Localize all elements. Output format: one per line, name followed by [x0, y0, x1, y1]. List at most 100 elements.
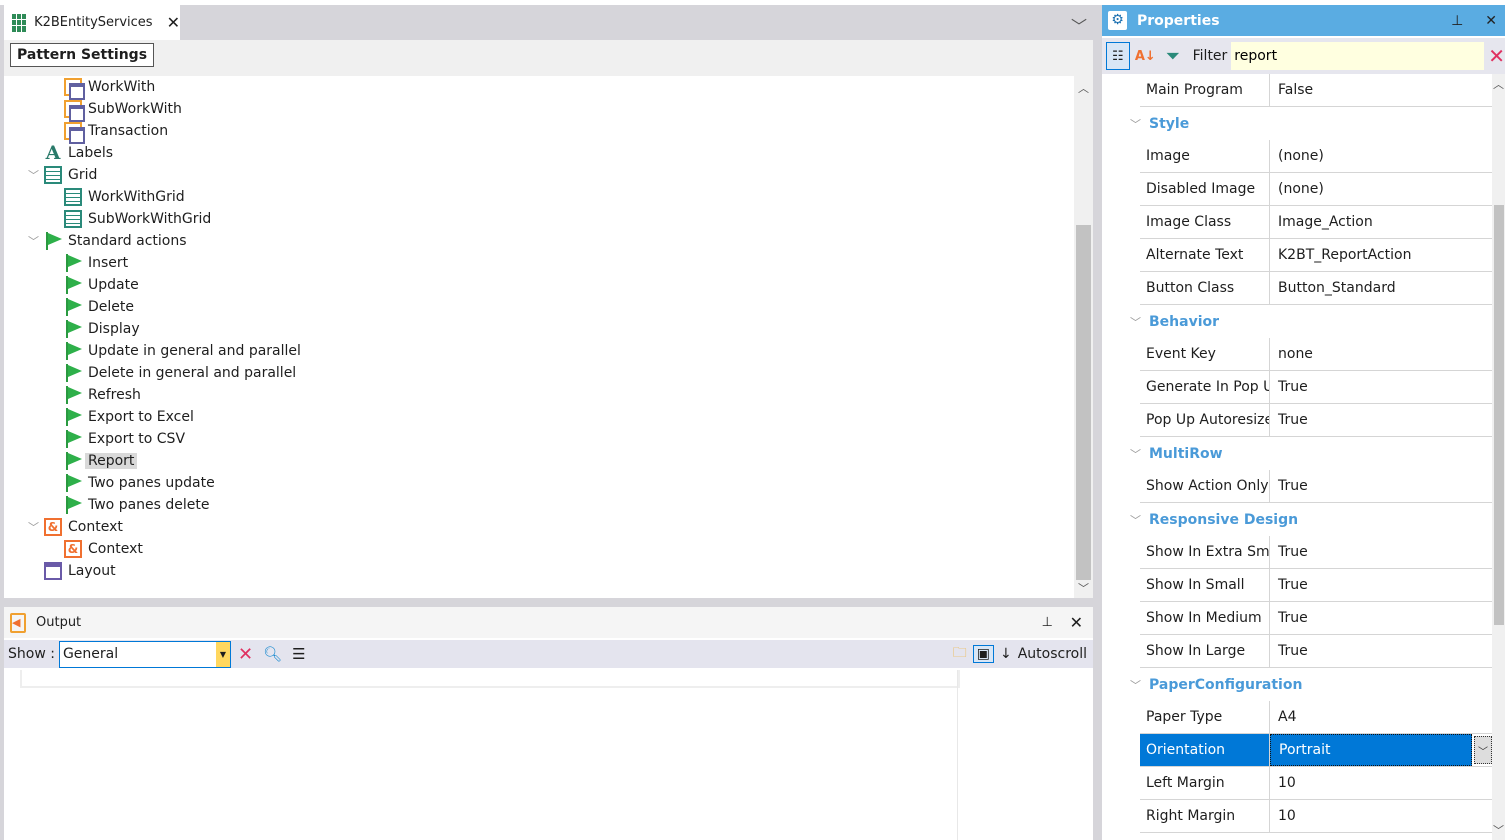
tree-node[interactable]: Update in general and parallel: [64, 340, 301, 362]
chevron-down-icon[interactable]: ﹀: [1071, 13, 1087, 37]
property-row[interactable]: Paper Type A4: [1140, 701, 1492, 734]
open-folder-icon[interactable]: 🗀: [953, 642, 967, 666]
tree-node[interactable]: SubWorkWith: [64, 98, 182, 122]
property-value[interactable]: none: [1270, 338, 1492, 370]
find-icon[interactable]: 🔍︎: [260, 645, 285, 663]
pin-icon[interactable]: ⊥: [1451, 13, 1463, 29]
property-row[interactable]: Button Class Button_Standard: [1140, 272, 1492, 305]
pattern-settings-button[interactable]: Pattern Settings: [10, 43, 155, 67]
chevron-down-icon[interactable]: ﹀: [1130, 116, 1141, 132]
tree-node[interactable]: Insert: [64, 252, 128, 274]
property-row[interactable]: Pop Up Autoresize True: [1140, 404, 1492, 437]
chevron-down-icon[interactable]: ﹀: [1130, 314, 1141, 330]
tab-k2bentityservices[interactable]: K2BEntityServices ✕: [4, 5, 180, 40]
tree-node[interactable]: & Context: [64, 538, 143, 560]
chevron-down-icon[interactable]: ﹀: [28, 519, 39, 535]
output-text-area[interactable]: [20, 670, 960, 688]
tree-scroll-thumb[interactable]: [1076, 225, 1091, 580]
property-value[interactable]: Image_Action: [1270, 206, 1492, 238]
tree-node[interactable]: Two panes update: [64, 472, 215, 494]
word-wrap-icon[interactable]: ☰: [289, 645, 308, 663]
tree-node[interactable]: Update: [64, 274, 139, 296]
filter-funnel-icon[interactable]: ⏷: [1161, 42, 1185, 70]
tree-node[interactable]: WorkWith: [64, 76, 155, 100]
close-icon[interactable]: ✕: [1485, 13, 1497, 29]
tree-node[interactable]: Transaction: [64, 120, 168, 144]
property-category[interactable]: ﹀ MultiRow: [1130, 437, 1223, 470]
property-value[interactable]: True: [1270, 470, 1492, 502]
chevron-down-icon[interactable]: ﹀: [1130, 677, 1141, 693]
clear-icon[interactable]: ✕: [235, 644, 256, 665]
property-value[interactable]: True: [1270, 404, 1492, 436]
property-value[interactable]: Portrait: [1270, 734, 1472, 766]
property-row[interactable]: Show In Small True: [1140, 569, 1492, 602]
property-value[interactable]: (none): [1270, 140, 1492, 172]
filter-input[interactable]: [1231, 42, 1485, 70]
property-value[interactable]: Button_Standard: [1270, 272, 1492, 304]
tree-node[interactable]: WorkWithGrid: [64, 186, 185, 208]
property-value[interactable]: True: [1270, 569, 1492, 601]
tree-node[interactable]: ﹀ Standard actions: [28, 230, 187, 252]
dropdown-button[interactable]: ﹀: [1474, 736, 1492, 764]
property-value[interactable]: True: [1270, 635, 1492, 667]
property-row[interactable]: Show In Large True: [1140, 635, 1492, 668]
chevron-down-icon[interactable]: ﹀: [1130, 446, 1141, 462]
property-row[interactable]: Main Program False: [1140, 74, 1492, 107]
property-value[interactable]: 10: [1270, 767, 1492, 799]
property-row[interactable]: Disabled Image (none): [1140, 173, 1492, 206]
save-icon[interactable]: ▣: [972, 645, 994, 663]
property-value[interactable]: K2BT_ReportAction: [1270, 239, 1492, 271]
property-value[interactable]: 10: [1270, 800, 1492, 832]
show-select[interactable]: General ▼: [58, 640, 231, 668]
close-icon[interactable]: ✕: [167, 13, 180, 32]
tree-node[interactable]: Report: [64, 450, 138, 472]
property-value[interactable]: False: [1270, 74, 1492, 106]
tree-node[interactable]: Export to Excel: [64, 406, 194, 428]
property-row[interactable]: Show Action Only True: [1140, 470, 1492, 503]
property-row[interactable]: Show In Extra SmallTrue: [1140, 536, 1492, 569]
property-row[interactable]: Orientation Portrait ﹀: [1140, 734, 1492, 767]
property-value[interactable]: True: [1270, 536, 1492, 568]
chevron-down-icon[interactable]: ﹀: [28, 233, 39, 249]
pin-icon[interactable]: ⊥: [1042, 615, 1053, 630]
scroll-up-icon[interactable]: ︿: [1078, 80, 1089, 96]
property-row[interactable]: Alternate Text K2BT_ReportAction: [1140, 239, 1492, 272]
tree-node[interactable]: Delete in general and parallel: [64, 362, 296, 384]
tree-node[interactable]: Export to CSV: [64, 428, 185, 450]
sort-az-icon[interactable]: A↓: [1134, 42, 1158, 70]
property-category[interactable]: ﹀ Responsive Design: [1130, 503, 1298, 536]
autoscroll-button[interactable]: Autoscroll: [1018, 646, 1087, 662]
property-value[interactable]: (none): [1270, 173, 1492, 205]
tree-node[interactable]: Display: [64, 318, 140, 340]
property-category[interactable]: ﹀ Style: [1130, 107, 1189, 140]
property-row[interactable]: Right Margin 10: [1140, 800, 1492, 833]
scroll-down-icon[interactable]: ﹀: [1078, 580, 1089, 596]
chevron-down-icon[interactable]: ﹀: [28, 167, 39, 183]
property-value[interactable]: A4: [1270, 701, 1492, 733]
close-icon[interactable]: ✕: [1070, 613, 1083, 632]
property-row[interactable]: Image (none): [1140, 140, 1492, 173]
tree-node[interactable]: Layout: [44, 560, 116, 582]
scroll-up-icon[interactable]: ︿: [1493, 76, 1504, 92]
clear-filter-icon[interactable]: ✕: [1488, 44, 1505, 68]
property-row[interactable]: Image Class Image_Action: [1140, 206, 1492, 239]
categorized-view-icon[interactable]: ☷: [1106, 42, 1130, 70]
property-value[interactable]: True: [1270, 371, 1492, 403]
tree-node[interactable]: ﹀ Grid: [28, 164, 97, 186]
property-category[interactable]: ﹀ PaperConfiguration: [1130, 668, 1302, 701]
chevron-down-icon[interactable]: ﹀: [1130, 512, 1141, 528]
property-row[interactable]: Generate In Pop Up True: [1140, 371, 1492, 404]
scroll-down-icon[interactable]: ﹀: [1493, 822, 1504, 838]
property-row[interactable]: Show In Medium True: [1140, 602, 1492, 635]
property-category[interactable]: ﹀ Behavior: [1130, 305, 1219, 338]
tree-node[interactable]: ﹀ & Context: [28, 516, 123, 538]
property-row[interactable]: Event Key none: [1140, 338, 1492, 371]
tree-node[interactable]: A Labels: [44, 142, 113, 164]
tree-node[interactable]: SubWorkWithGrid: [64, 208, 211, 230]
tree-node[interactable]: Two panes delete: [64, 494, 210, 516]
tree-node[interactable]: Delete: [64, 296, 134, 318]
property-row[interactable]: Left Margin 10: [1140, 767, 1492, 800]
properties-scroll-thumb[interactable]: [1494, 205, 1504, 625]
property-value[interactable]: True: [1270, 602, 1492, 634]
tree-node[interactable]: Refresh: [64, 384, 141, 406]
